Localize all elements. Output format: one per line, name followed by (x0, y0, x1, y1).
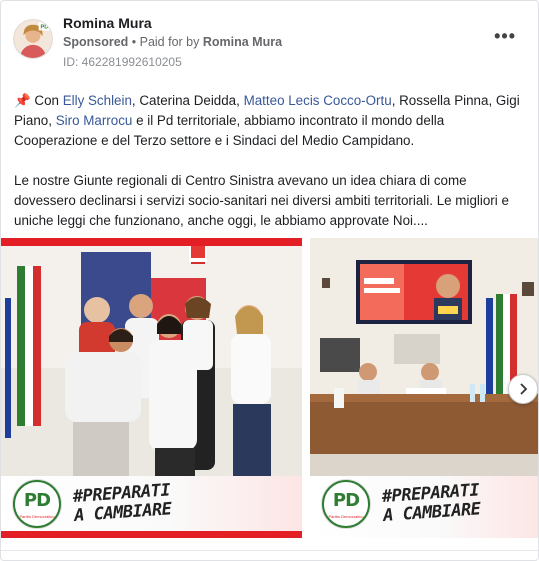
paragraph-2: Le nostre Giunte regionali di Centro Sin… (14, 173, 509, 228)
pin-icon: 📌 (14, 93, 31, 108)
pd-logo: PD Partito Democratico (322, 480, 370, 528)
pd-logo-subtitle: Partito Democratico (328, 514, 364, 519)
text-run: , Caterina Deidda, (131, 93, 244, 108)
ad-id: ID: 462281992610205 (63, 55, 182, 69)
slide-footer: PD Partito Democratico #PREPARATI A CAMB… (1, 476, 302, 538)
mention-siro-marrocu[interactable]: Siro Marrocu (56, 113, 133, 128)
sponsor-line: Sponsored • Paid for by Romina Mura (63, 35, 282, 49)
slogan: #PREPARATI A CAMBIARE (381, 480, 482, 526)
carousel-slide-2[interactable]: PD Partito Democratico #PREPARATI A CAMB… (310, 238, 538, 538)
more-horizontal-icon[interactable]: ••• (494, 27, 516, 45)
pd-logo-text: PD (332, 490, 360, 511)
sponsored-label: Sponsored (63, 35, 129, 49)
post-body: 📌 Con Elly Schlein, Caterina Deidda, Mat… (14, 91, 530, 231)
author-name[interactable]: Romina Mura (63, 15, 152, 31)
image-carousel: PD Partito Democratico #PREPARATI A CAMB… (1, 238, 538, 538)
mention-elly-schlein[interactable]: Elly Schlein (63, 93, 132, 108)
paragraph-1: 📌 Con Elly Schlein, Caterina Deidda, Mat… (14, 91, 530, 151)
paid-for-name[interactable]: Romina Mura (203, 35, 282, 49)
chevron-right-icon (520, 383, 528, 395)
ad-card: PD Romina Mura Sponsored • Paid for by R… (0, 0, 539, 561)
svg-text:PD: PD (40, 25, 48, 31)
slide-footer: PD Partito Democratico #PREPARATI A CAMB… (310, 476, 538, 538)
carousel-next-button[interactable] (508, 374, 538, 404)
text-run: Con (30, 93, 63, 108)
pd-logo-text: PD (23, 490, 51, 511)
pd-logo-subtitle: Partito Democratico (19, 514, 55, 519)
avatar[interactable]: PD (13, 19, 53, 59)
slogan-line-2: A CAMBIARE (382, 499, 482, 526)
pd-logo: PD Partito Democratico (13, 480, 61, 528)
slogan-line-2: A CAMBIARE (73, 499, 173, 526)
slogan: #PREPARATI A CAMBIARE (72, 480, 173, 526)
slide-bottom-bar (1, 531, 302, 538)
slide-top-bar (1, 238, 302, 246)
mention-matteo-lecis-cocco-ortu[interactable]: Matteo Lecis Cocco-Ortu (244, 93, 392, 108)
post-header: PD Romina Mura Sponsored • Paid for by R… (13, 15, 526, 71)
divider (1, 550, 538, 551)
carousel-slide-1[interactable]: PD Partito Democratico #PREPARATI A CAMB… (1, 238, 302, 538)
paid-for-prefix: • Paid for by (128, 35, 203, 49)
